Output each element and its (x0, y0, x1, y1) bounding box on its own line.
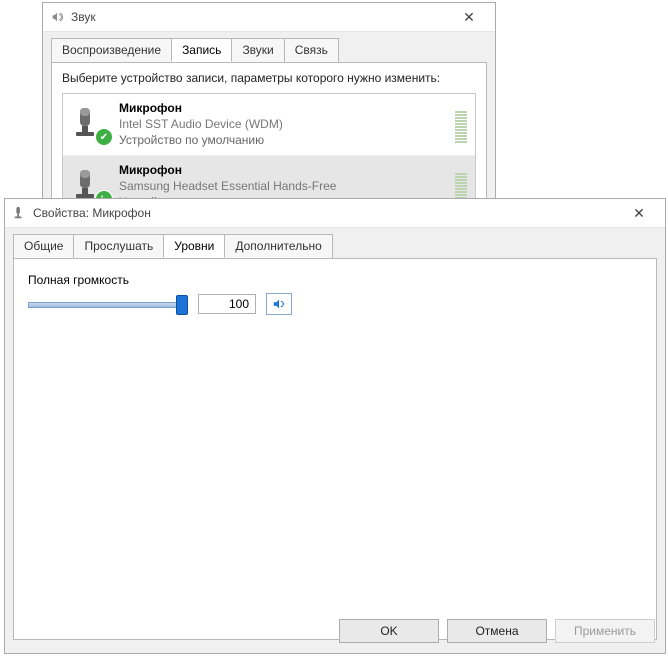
tab-levels[interactable]: Уровни (163, 234, 225, 258)
sound-titlebar: Звук ✕ (43, 3, 495, 32)
properties-title: Свойства: Микрофон (33, 206, 619, 220)
tab-playback[interactable]: Воспроизведение (51, 38, 172, 62)
device-role: Устройство по умолчанию (119, 132, 449, 148)
tab-recording[interactable]: Запись (171, 38, 232, 62)
instruction-text: Выберите устройство записи, параметры ко… (62, 71, 476, 85)
properties-dialog: Свойства: Микрофон ✕ Общие Прослушать Ур… (4, 198, 666, 654)
dialog-buttons: OK Отмена Применить (339, 619, 655, 643)
speaker-icon (272, 297, 286, 311)
microphone-icon (11, 205, 27, 221)
close-button[interactable]: ✕ (449, 9, 489, 26)
cancel-button[interactable]: Отмена (447, 619, 547, 643)
device-row[interactable]: ✔ Микрофон Intel SST Audio Device (WDM) … (63, 94, 475, 156)
tab-sounds[interactable]: Звуки (231, 38, 284, 62)
tab-listen[interactable]: Прослушать (73, 234, 164, 258)
microphone-icon: ✔ (71, 104, 111, 144)
device-driver: Samsung Headset Essential Hands-Free (119, 178, 449, 194)
speaker-icon (49, 9, 65, 25)
tab-general[interactable]: Общие (13, 234, 74, 258)
ok-button[interactable]: OK (339, 619, 439, 643)
properties-tabs: Общие Прослушать Уровни Дополнительно (5, 228, 665, 258)
tab-advanced[interactable]: Дополнительно (224, 234, 332, 258)
mute-button[interactable] (266, 293, 292, 315)
sound-tabs: Воспроизведение Запись Звуки Связь (43, 32, 495, 62)
level-meter (455, 105, 467, 143)
tab-communications[interactable]: Связь (284, 38, 339, 62)
apply-button[interactable]: Применить (555, 619, 655, 643)
sound-title: Звук (71, 10, 449, 24)
levels-tab-page: Полная громкость 100 (13, 258, 657, 640)
device-name: Микрофон (119, 100, 449, 116)
volume-slider[interactable] (28, 295, 188, 313)
properties-titlebar: Свойства: Микрофон ✕ (5, 199, 665, 228)
close-button[interactable]: ✕ (619, 205, 659, 222)
device-name: Микрофон (119, 162, 449, 178)
volume-value[interactable]: 100 (198, 294, 256, 314)
volume-label: Полная громкость (28, 273, 642, 287)
device-driver: Intel SST Audio Device (WDM) (119, 116, 449, 132)
